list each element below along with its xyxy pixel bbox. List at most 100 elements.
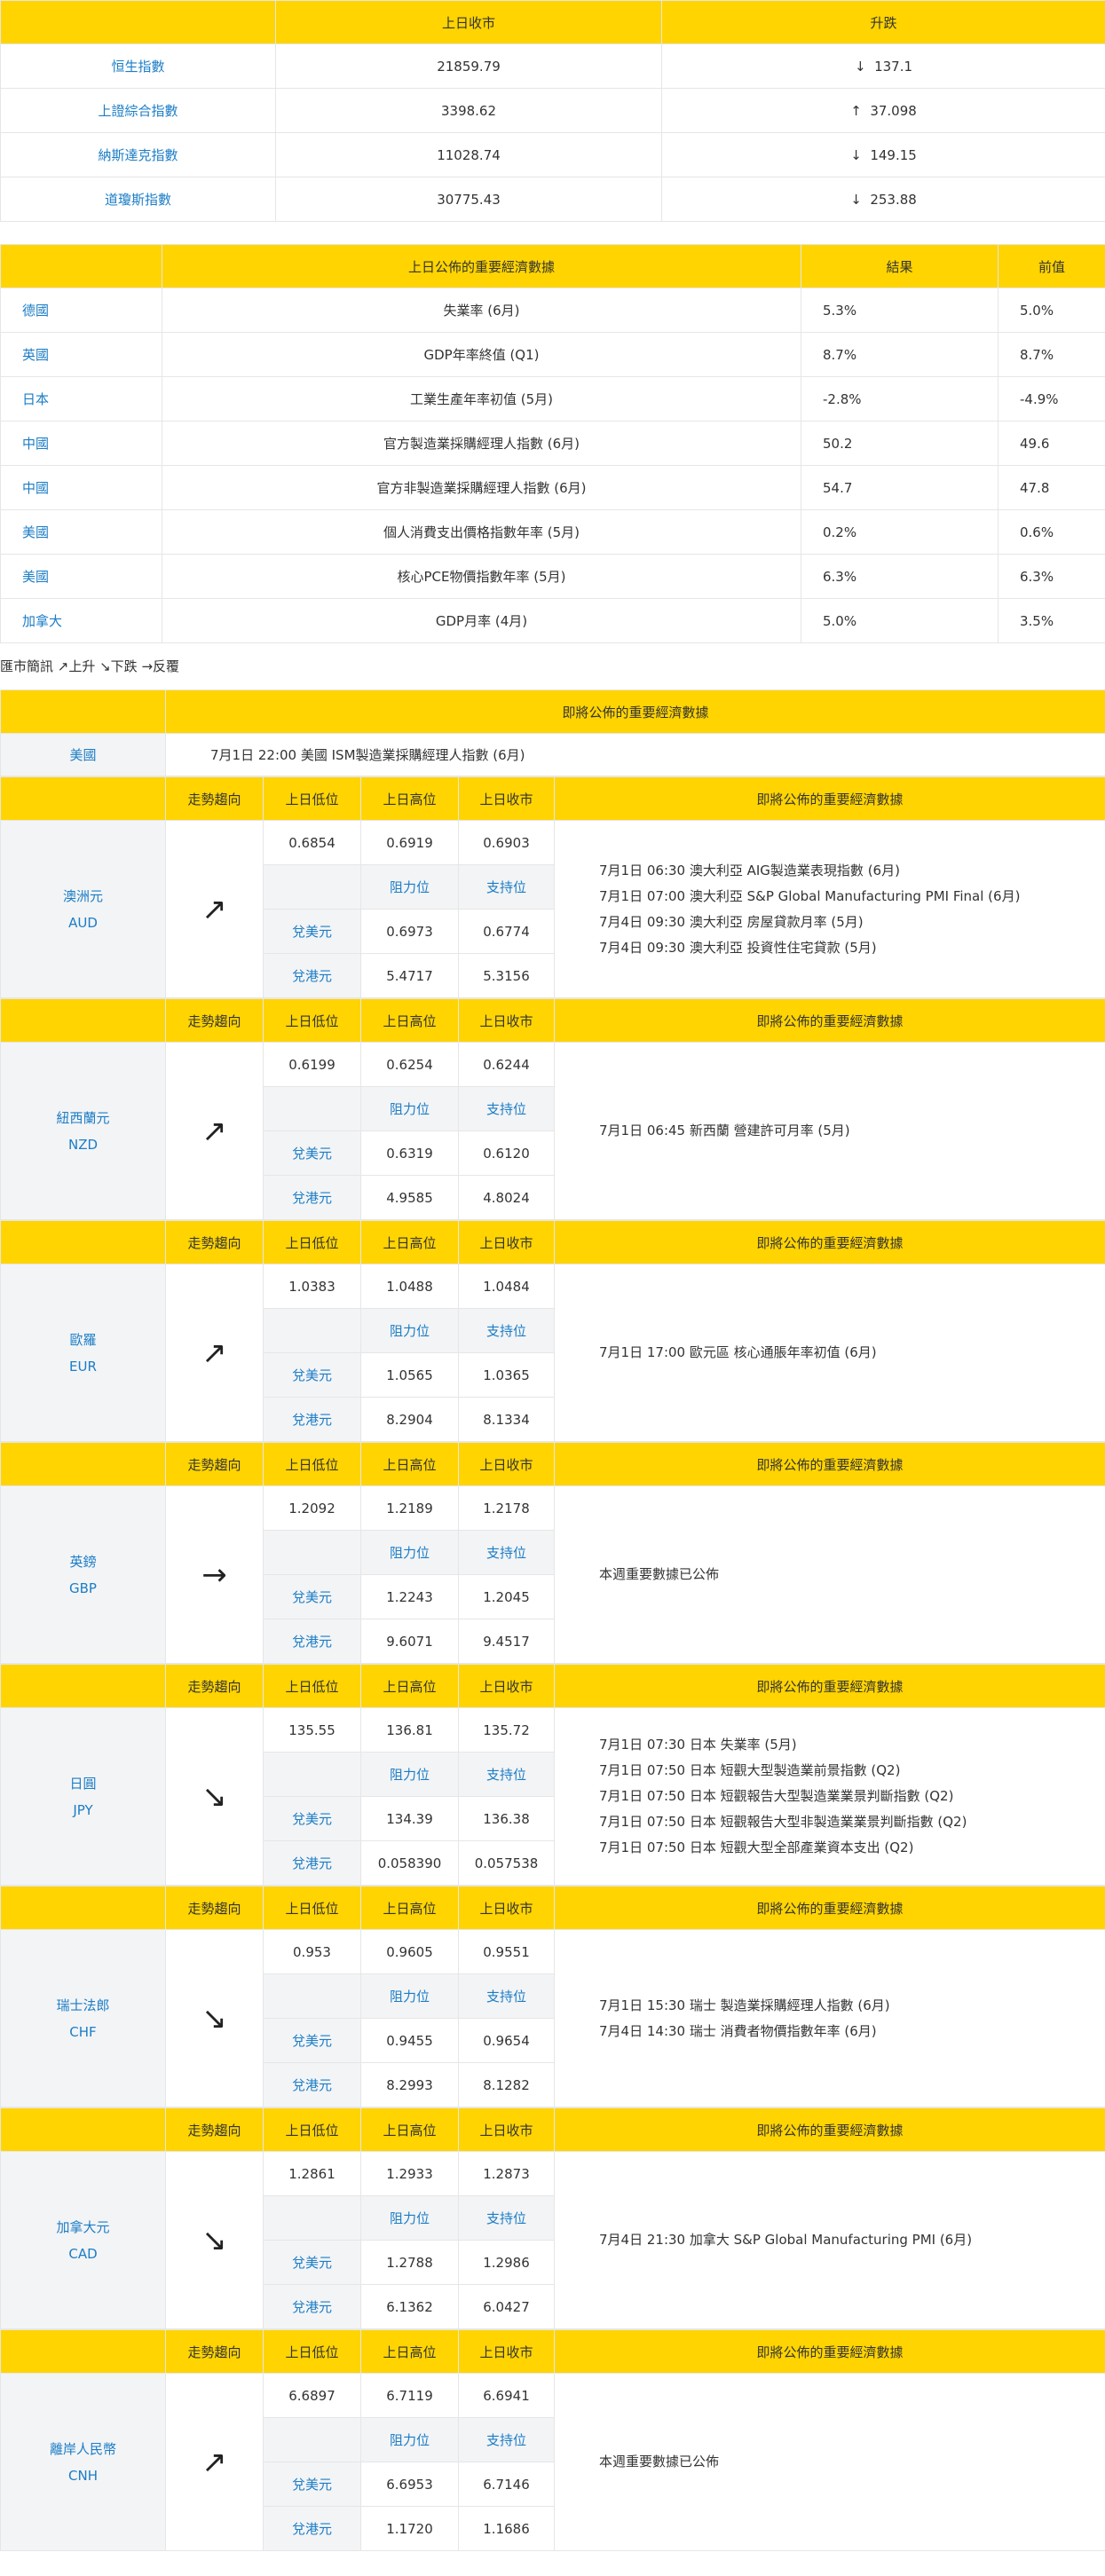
hkd-support: 6.0427 <box>458 2284 555 2329</box>
index-row: 納斯達克指數 11028.74 ↓ 149.15 <box>0 132 1105 177</box>
currency-name-link[interactable]: 加拿大元 CAD <box>0 2151 166 2329</box>
down-arrow-icon: ↓ <box>850 146 862 163</box>
released-country-link[interactable]: 美國 <box>0 554 162 599</box>
currency-row: 日圓 JPY ↘ 135.55 136.81 135.72 7月1日 07:30 日本 失業… <box>0 1707 1105 1886</box>
events-list: 7月1日 06:45 新西蘭 營建許可月率 (5月) <box>554 1042 1105 1220</box>
currency-name-link[interactable]: 紐西蘭元 NZD <box>0 1042 166 1220</box>
currency-header-blank <box>0 776 166 821</box>
events-header: 即將公佈的重要經濟數據 <box>554 1220 1105 1264</box>
event-item: 7月1日 17:00 歐元區 核心通脹年率初值 (6月) <box>599 1344 877 1360</box>
prev-low: 1.2092 <box>263 1485 361 1531</box>
close-header: 上日收市 <box>458 2107 555 2152</box>
high-header: 上日高位 <box>360 1442 459 1486</box>
index-change-value: 149.15 <box>870 146 917 163</box>
released-header-item: 上日公佈的重要經濟數據 <box>162 244 801 288</box>
resistance-label: 阻力位 <box>360 1308 459 1353</box>
prev-close: 1.2873 <box>458 2151 555 2196</box>
usd-support: 0.9654 <box>458 2018 555 2063</box>
released-country-link[interactable]: 英國 <box>0 332 162 377</box>
low-header: 上日低位 <box>263 776 361 821</box>
hkd-support: 8.1334 <box>458 1397 555 1442</box>
currency-header-row: 走勢趨向 上日低位 上日高位 上日收市 即將公佈的重要經濟數據 <box>0 776 1105 821</box>
events-header: 即將公佈的重要經濟數據 <box>554 1442 1105 1486</box>
index-name-link[interactable]: 恒生指數 <box>0 43 276 89</box>
upcoming-country-link[interactable]: 美國 <box>0 733 166 776</box>
currency-code: NZD <box>67 1136 99 1153</box>
currency-header-blank <box>0 1664 166 1708</box>
currency-name: 日圓 <box>69 1775 97 1792</box>
upcoming-row: 美國 7月1日 22:00 美國 ISM製造業採購經理人指數 (6月) <box>0 733 1105 776</box>
released-country-link[interactable]: 中國 <box>0 421 162 466</box>
resistance-label: 阻力位 <box>360 2417 459 2462</box>
support-label: 支持位 <box>458 864 555 910</box>
currency-section: 走勢趨向 上日低位 上日高位 上日收市 即將公佈的重要經濟數據 澳洲元 AUD ↗ 0.6854… <box>0 776 1105 2551</box>
hkd-support: 1.1686 <box>458 2506 555 2551</box>
released-row: 美國 核心PCE物價指數年率 (5月) 6.3% 6.3% <box>0 554 1105 599</box>
currency-row: 英鎊 GBP → 1.2092 1.2189 1.2178 本週重要數據已公佈 <box>0 1485 1105 1664</box>
indices-header-blank <box>0 0 276 44</box>
event-item: 7月1日 15:30 瑞士 製造業採購經理人指數 (6月) <box>599 1997 890 2013</box>
vs-usd-label: 兌美元 <box>263 1574 361 1619</box>
index-change-value: 137.1 <box>874 58 913 75</box>
index-name-link[interactable]: 納斯達克指數 <box>0 132 276 177</box>
vs-hkd-label: 兌港元 <box>263 2062 361 2107</box>
currency-block-eur: 走勢趨向 上日低位 上日高位 上日收市 即將公佈的重要經濟數據 歐羅 EUR ↗ 1.0383 1… <box>0 1220 1105 1442</box>
released-country-link[interactable]: 中國 <box>0 465 162 510</box>
currency-name-link[interactable]: 離岸人民幣 CNH <box>0 2373 166 2551</box>
released-prev: 8.7% <box>998 332 1105 377</box>
released-country-link[interactable]: 美國 <box>0 509 162 555</box>
currency-name-link[interactable]: 瑞士法郎 CHF <box>0 1929 166 2107</box>
currency-name-link[interactable]: 日圓 JPY <box>0 1707 166 1886</box>
event-item: 7月4日 14:30 瑞士 消費者物價指數年率 (6月) <box>599 2022 877 2039</box>
currency-name-link[interactable]: 英鎊 GBP <box>0 1485 166 1664</box>
currency-name-link[interactable]: 澳洲元 AUD <box>0 820 166 998</box>
vs-usd-label: 兌美元 <box>263 1796 361 1841</box>
trend-header: 走勢趨向 <box>165 776 264 821</box>
prev-low: 6.6897 <box>263 2373 361 2418</box>
resistance-label: 阻力位 <box>360 1973 459 2019</box>
trend-header: 走勢趨向 <box>165 2107 264 2152</box>
released-country-link[interactable]: 加拿大 <box>0 598 162 643</box>
vs-usd-label: 兌美元 <box>263 2462 361 2507</box>
currency-name: 澳洲元 <box>62 887 103 904</box>
released-row: 美國 個人消費支出價格指數年率 (5月) 0.2% 0.6% <box>0 509 1105 555</box>
trend-up-icon: ↗ <box>165 820 264 998</box>
levels-header-blank <box>263 2417 361 2462</box>
prev-close: 0.9551 <box>458 1929 555 1974</box>
currency-code: EUR <box>69 1358 97 1375</box>
usd-resistance: 0.6319 <box>360 1130 459 1176</box>
vs-hkd-label: 兌港元 <box>263 1840 361 1886</box>
hkd-support: 0.057538 <box>458 1840 555 1886</box>
currency-header-row: 走勢趨向 上日低位 上日高位 上日收市 即將公佈的重要經濟數據 <box>0 2329 1105 2374</box>
resistance-label: 阻力位 <box>360 1752 459 1797</box>
index-name-link[interactable]: 道瓊斯指數 <box>0 177 276 222</box>
support-label: 支持位 <box>458 2195 555 2241</box>
trend-header: 走勢趨向 <box>165 2329 264 2374</box>
vs-hkd-label: 兌港元 <box>263 1397 361 1442</box>
released-result: 5.3% <box>801 288 998 333</box>
released-prev: 47.8 <box>998 465 1105 510</box>
usd-resistance: 1.0565 <box>360 1352 459 1398</box>
index-close: 21859.79 <box>275 43 662 89</box>
released-header-row: 上日公佈的重要經濟數據 結果 前值 <box>0 244 1105 288</box>
low-header: 上日低位 <box>263 1664 361 1708</box>
event-item: 7月1日 07:00 澳大利亞 S&P Global Manufacturing… <box>599 887 1021 904</box>
released-country-link[interactable]: 德國 <box>0 288 162 333</box>
currency-name-link[interactable]: 歐羅 EUR <box>0 1264 166 1442</box>
indices-header-row: 上日收市 升跌 <box>0 0 1105 44</box>
released-country-link[interactable]: 日本 <box>0 376 162 421</box>
high-header: 上日高位 <box>360 1220 459 1264</box>
usd-resistance: 1.2788 <box>360 2240 459 2285</box>
resistance-label: 阻力位 <box>360 1530 459 1575</box>
released-result: 6.3% <box>801 554 998 599</box>
close-header: 上日收市 <box>458 1664 555 1708</box>
usd-resistance: 1.2243 <box>360 1574 459 1619</box>
levels-header-blank <box>263 1086 361 1131</box>
currency-code: CNH <box>68 2467 98 2484</box>
index-close: 11028.74 <box>275 132 662 177</box>
close-header: 上日收市 <box>458 998 555 1043</box>
released-row: 英國 GDP年率終值 (Q1) 8.7% 8.7% <box>0 332 1105 377</box>
released-prev: 3.5% <box>998 598 1105 643</box>
index-name-link[interactable]: 上證綜合指數 <box>0 88 276 133</box>
events-header: 即將公佈的重要經濟數據 <box>554 1664 1105 1708</box>
